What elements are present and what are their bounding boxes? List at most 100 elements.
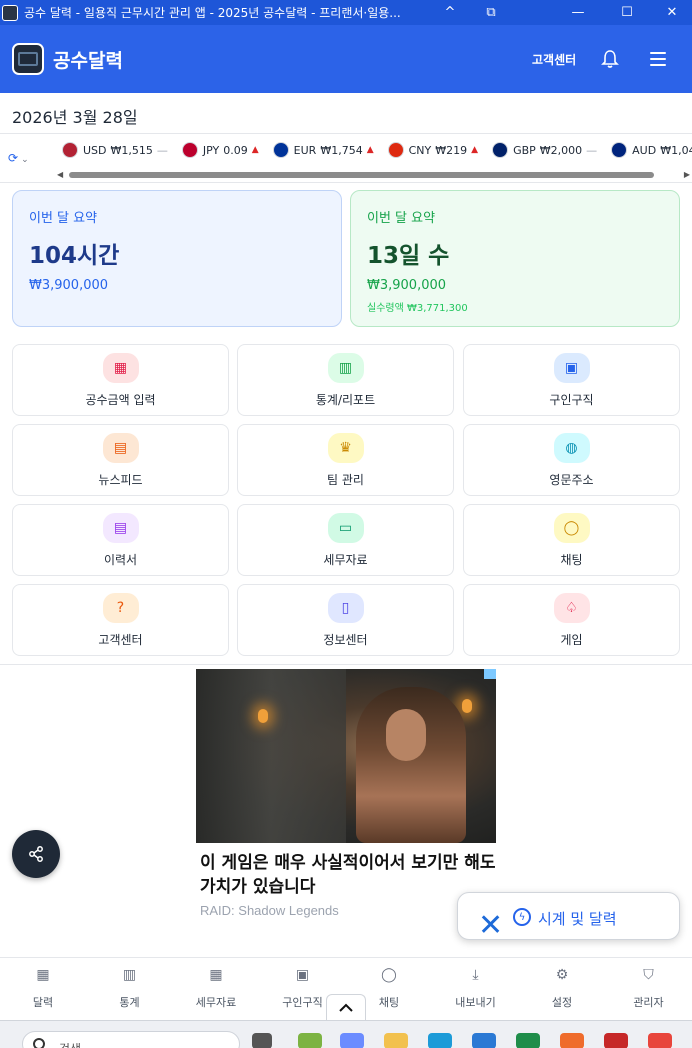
menu-tile-label: 게임: [560, 633, 583, 647]
scroll-right-arrow[interactable]: ▶: [684, 170, 690, 179]
currency-rate: ₩2,000: [539, 143, 583, 157]
scrollbar-thumb[interactable]: [69, 172, 654, 178]
file-explorer-icon[interactable]: [384, 1033, 408, 1048]
support-link[interactable]: 고객센터: [532, 51, 576, 68]
extensions-icon[interactable]: ⧉: [471, 0, 511, 25]
flag-icon: [272, 142, 289, 158]
bottom-nav-label: 관리자: [633, 996, 664, 1009]
flag-icon: [387, 142, 404, 158]
days-summary-card: 이번 달 요약 13일 수 ₩3,900,000 실수령액 ₩3,771,300: [350, 190, 680, 327]
menu-tile[interactable]: ◯ 채팅: [463, 504, 680, 576]
flag-icon: [62, 142, 78, 158]
currency-code: USD: [83, 143, 107, 157]
trend-flat-icon: —: [586, 143, 598, 157]
bottom-nav-label: 세무자료: [195, 996, 237, 1009]
currency-rate: ₩1,754: [320, 143, 363, 157]
app-header: 공수달력 고객센터: [0, 25, 692, 93]
brand-title[interactable]: 공수달력: [53, 46, 123, 73]
menu-tile[interactable]: ♤ 게임: [463, 584, 680, 656]
hours-summary-card: 이번 달 요약 104시간 ₩3,900,000: [12, 190, 342, 327]
close-window-button[interactable]: ✕: [652, 0, 692, 25]
currency-rate: ₩1,515: [110, 143, 153, 157]
calendar-icon: ▦: [102, 353, 139, 383]
menu-tile[interactable]: ▯ 정보센터: [237, 584, 454, 656]
excel-app-icon[interactable]: [298, 1033, 322, 1048]
globe-icon: ◍: [553, 433, 590, 463]
search-icon: [33, 1038, 45, 1048]
trend-flat-icon: —: [156, 143, 168, 157]
close-icon[interactable]: ✕: [478, 911, 503, 941]
menu-tile[interactable]: ▤ 뉴스피드: [12, 424, 229, 496]
trend-up-icon: ▲: [471, 145, 479, 155]
bar-chart-icon: ▥: [327, 353, 364, 383]
task-view-icon[interactable]: [252, 1033, 272, 1048]
bottom-nav-item[interactable]: ▦ 달력: [0, 958, 86, 1020]
store-app-icon[interactable]: [472, 1033, 496, 1048]
ticker-item: GBP ₩2,000—: [492, 142, 597, 158]
menu-tile-label: 팀 관리: [327, 473, 364, 487]
hours-card-label: 이번 달 요약: [29, 211, 98, 226]
menu-tile-label: 뉴스피드: [98, 473, 143, 487]
app-icon[interactable]: [604, 1033, 628, 1048]
scroll-to-top-button[interactable]: [326, 994, 366, 1020]
os-taskbar: 검색: [0, 1020, 692, 1048]
briefcase-icon: ▣: [295, 967, 310, 983]
bottom-nav-item[interactable]: ⛉ 관리자: [606, 958, 692, 1020]
office-app-icon[interactable]: [560, 1033, 584, 1048]
scroll-left-arrow[interactable]: ◀: [57, 170, 63, 179]
currency-rate: ₩219: [435, 143, 468, 157]
bottom-nav-item[interactable]: ⚙ 설정: [519, 958, 605, 1020]
current-date: 2026년 3월 28일: [12, 108, 138, 127]
app-logo[interactable]: [12, 43, 44, 75]
currency-code: CNY: [408, 143, 432, 157]
bell-icon[interactable]: [601, 49, 619, 69]
bottom-nav-item[interactable]: ▦ 세무자료: [173, 958, 259, 1020]
chevron-up-icon[interactable]: ^: [430, 0, 470, 25]
bottom-nav-item[interactable]: ▥ 통계: [87, 958, 173, 1020]
menu-tile[interactable]: ◍ 영문주소: [463, 424, 680, 496]
minimize-button[interactable]: —: [558, 0, 598, 25]
menu-tile[interactable]: ♛ 팀 관리: [237, 424, 454, 496]
bottom-nav-item[interactable]: ⤓ 내보내기: [433, 958, 519, 1020]
clock-calendar-label[interactable]: 시계 및 달력: [538, 908, 617, 929]
menu-tile[interactable]: ▦ 공수금액 입력: [12, 344, 229, 416]
trend-up-icon: ▲: [251, 145, 259, 155]
menu-tile[interactable]: ▭ 세무자료: [237, 504, 454, 576]
ticker-item: CNY ₩219 ▲: [387, 142, 479, 158]
chat-icon: ◯: [553, 513, 590, 543]
taskbar-search[interactable]: 검색: [22, 1031, 240, 1048]
help-circle-icon: ?: [102, 593, 139, 623]
menu-tile[interactable]: ▤ 이력서: [12, 504, 229, 576]
menu-tile[interactable]: ? 고객센터: [12, 584, 229, 656]
hours-total: 104시간: [29, 243, 120, 269]
adchoices-icon[interactable]: [484, 669, 496, 679]
net-pay: 실수령액 ₩3,771,300: [367, 303, 468, 314]
chrome-browser-icon[interactable]: [648, 1033, 672, 1048]
ad-brand[interactable]: RAID: Shadow Legends: [196, 903, 496, 918]
ad-banner[interactable]: 이 게임은 매우 사실적이어서 보기만 해도 가치가 있습니다 RAID: Sh…: [196, 669, 496, 921]
flag-icon: [492, 142, 509, 158]
horizontal-scrollbar[interactable]: ◀ ▶: [57, 170, 692, 180]
ad-headline[interactable]: 이 게임은 매우 사실적이어서 보기만 해도 가치가 있습니다: [196, 851, 496, 899]
edge-browser-icon[interactable]: [428, 1033, 452, 1048]
maximize-button[interactable]: ☐: [607, 0, 647, 25]
clock-calendar-widget[interactable]: ✕ ϟ 시계 및 달력: [457, 892, 680, 941]
download-icon: ⤓: [472, 967, 479, 983]
refresh-dropdown[interactable]: ⟳ ⌄: [8, 151, 36, 167]
app-window-icon: [2, 4, 18, 21]
spade-icon: ♤: [553, 593, 590, 623]
copilot-app-icon[interactable]: [340, 1033, 364, 1048]
share-button[interactable]: [12, 830, 60, 878]
bottom-nav-label: 채팅: [378, 996, 400, 1009]
ticker-list: USD ₩1,515— JPY 0.09 ▲ EUR ₩1,754 ▲ CNY ₩219 ▲ GBP ₩…: [62, 142, 692, 158]
ad-image[interactable]: [196, 669, 496, 843]
hamburger-menu-button[interactable]: [650, 52, 666, 66]
chevron-down-icon: ⌄: [21, 155, 29, 165]
flag-icon: [611, 142, 628, 158]
menu-tile[interactable]: ▥ 통계/리포트: [237, 344, 454, 416]
menu-tile[interactable]: ▣ 구인구직: [463, 344, 680, 416]
spreadsheet-app-icon[interactable]: [516, 1033, 540, 1048]
days-card-label: 이번 달 요약: [367, 211, 436, 226]
currency-code: JPY: [202, 143, 220, 157]
window-title: 공수 달력 - 일용직 근무시간 관리 앱 - 2025년 공수달력 - 프리랜…: [24, 6, 401, 20]
